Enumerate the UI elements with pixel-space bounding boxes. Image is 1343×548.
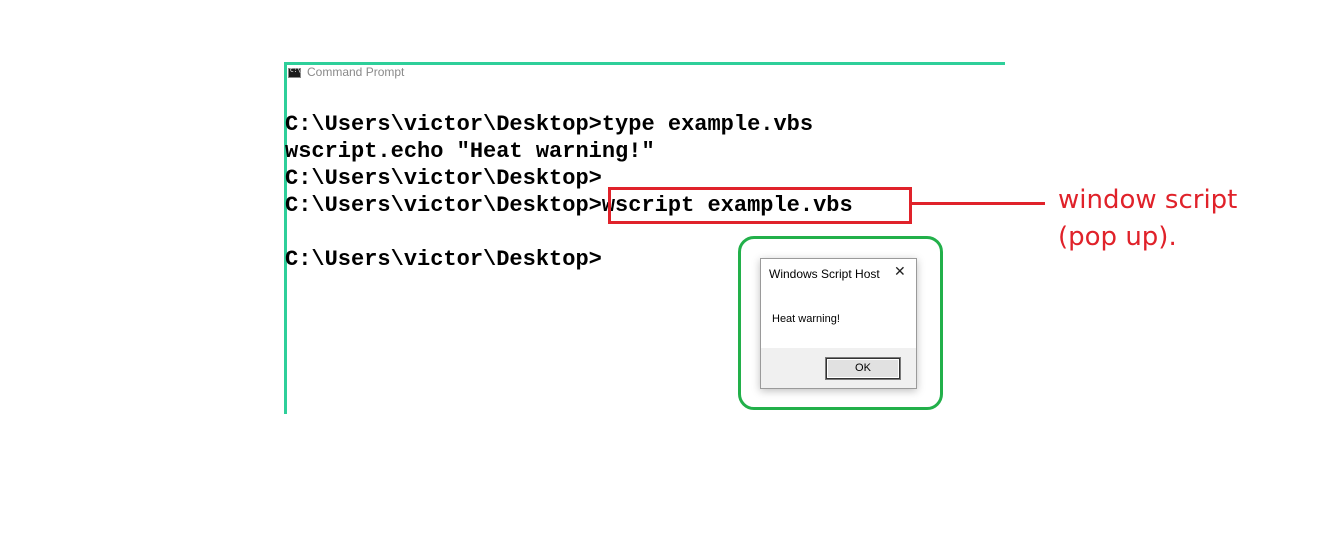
command-highlight-box (608, 187, 912, 224)
annotation-line-1: window script (1058, 185, 1238, 215)
console-line: C:\Users\victor\Desktop>type example.vbs (285, 112, 814, 137)
console-line: wscript.echo "Heat warning!" (285, 139, 655, 164)
annotation-line-2: (pop up). (1058, 222, 1177, 252)
console-prompt-line[interactable]: C:\Users\victor\Desktop> (285, 246, 602, 273)
ok-button[interactable]: OK (826, 358, 900, 379)
console-icon (288, 67, 301, 78)
console-line: C:\Users\victor\Desktop> (285, 166, 602, 191)
annotation-connector-line (911, 202, 1045, 205)
dialog-title: Windows Script Host (769, 267, 880, 281)
cmd-window-title: Command Prompt (307, 65, 405, 79)
dialog-message: Heat warning! (772, 313, 840, 325)
close-icon[interactable]: ✕ (894, 264, 906, 280)
annotation-label: window script (pop up). (1058, 182, 1237, 256)
script-host-dialog: Windows Script Host ✕ Heat warning! OK (760, 258, 917, 389)
